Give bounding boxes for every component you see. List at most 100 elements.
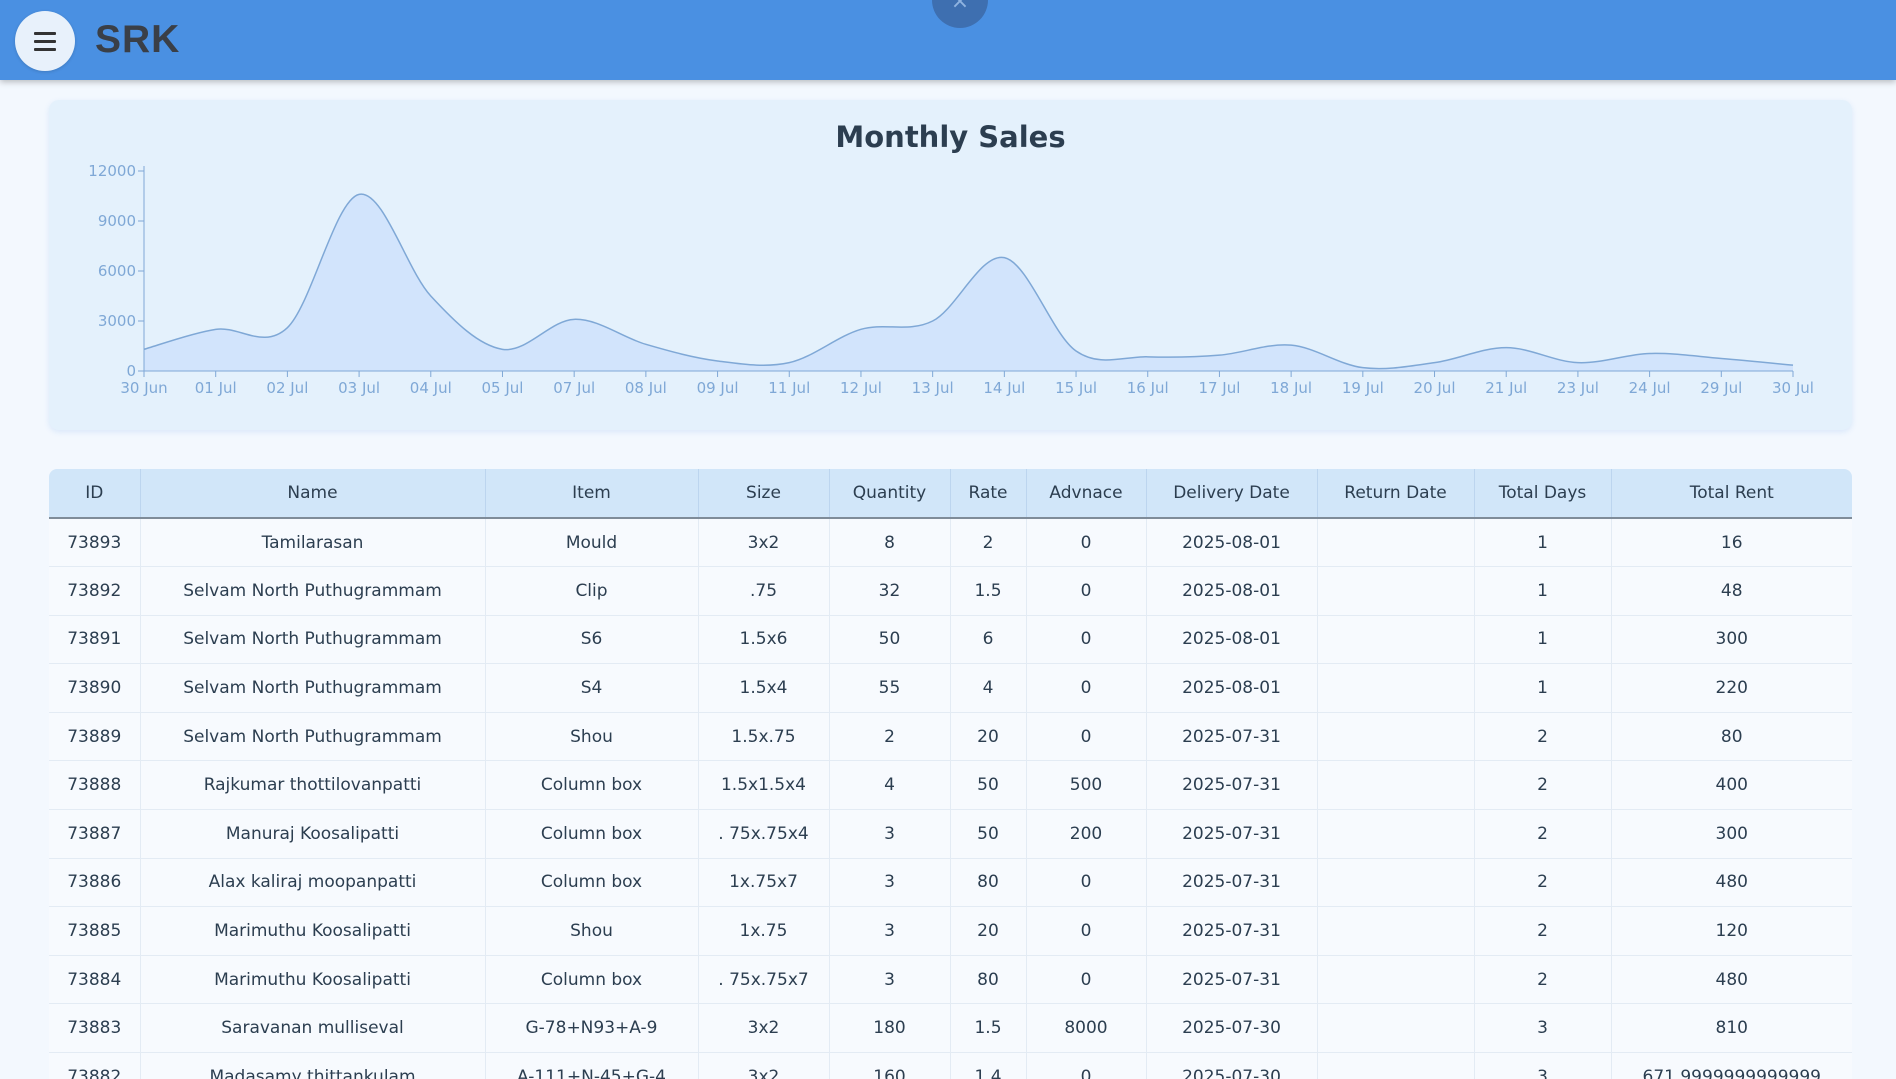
table-cell: 50 bbox=[950, 809, 1027, 859]
table-cell: Selvam North Puthugrammam bbox=[140, 615, 486, 665]
table-row[interactable]: 73892 Selvam North Puthugrammam Clip .75 32 1… bbox=[49, 566, 1852, 616]
sales-chart-card: Monthly Sales 0 3000 6000 9000 12000 30 Jun 01… bbox=[49, 100, 1852, 430]
column-header[interactable]: Total Days bbox=[1474, 469, 1612, 519]
rentals-table: ID Name Item Size Quantity Rate Advnace Deliver… bbox=[49, 469, 1852, 1079]
table-cell: 2025-08-01 bbox=[1146, 518, 1318, 568]
y-tick-label: 0 bbox=[126, 362, 136, 380]
table-cell: . 75x.75x7 bbox=[698, 955, 830, 1005]
table-row[interactable]: 73883 Saravanan mulliseval G-78+N93+A-9 3x2… bbox=[49, 1003, 1852, 1054]
x-tick-label: 05 Jul bbox=[482, 379, 524, 397]
table-cell: Mould bbox=[485, 518, 699, 568]
table-cell: 73882 bbox=[49, 1052, 141, 1079]
table-cell: 20 bbox=[950, 712, 1027, 762]
column-header[interactable]: Return Date bbox=[1317, 469, 1475, 519]
table-cell: 2025-07-31 bbox=[1146, 760, 1318, 811]
x-tick-label: 02 Jul bbox=[266, 379, 308, 397]
column-header[interactable]: Advnace bbox=[1026, 469, 1147, 519]
table-cell: 2 bbox=[1474, 760, 1612, 811]
hamburger-menu-icon bbox=[34, 29, 56, 53]
table-cell: 50 bbox=[950, 760, 1027, 811]
rentals-table-container: ID Name Item Size Quantity Rate Advnace Deliver… bbox=[49, 469, 1852, 1079]
table-cell bbox=[1317, 858, 1475, 908]
table-cell: 4 bbox=[950, 663, 1027, 713]
table-cell bbox=[1317, 760, 1475, 811]
table-cell: Selvam North Puthugrammam bbox=[140, 566, 486, 616]
table-cell: A-111+N-45+G-4 bbox=[485, 1052, 699, 1079]
column-header[interactable]: Rate bbox=[950, 469, 1027, 519]
table-cell: 480 bbox=[1611, 858, 1852, 908]
table-cell: 3 bbox=[1474, 1052, 1612, 1079]
column-header[interactable]: Name bbox=[140, 469, 486, 519]
table-row[interactable]: 73886 Alax kaliraj moopanpatti Column box 1… bbox=[49, 858, 1852, 908]
table-cell: 73884 bbox=[49, 955, 141, 1005]
column-header[interactable]: Item bbox=[485, 469, 699, 519]
table-cell: 32 bbox=[829, 566, 951, 616]
table-row[interactable]: 73890 Selvam North Puthugrammam S4 1.5x4 55 4… bbox=[49, 663, 1852, 713]
table-row[interactable]: 73891 Selvam North Puthugrammam S6 1.5x6 50 6… bbox=[49, 615, 1852, 665]
table-cell: Manuraj Koosalipatti bbox=[140, 809, 486, 859]
x-tick-label: 03 Jul bbox=[338, 379, 380, 397]
table-row[interactable]: 73888 Rajkumar thottilovanpatti Column box… bbox=[49, 760, 1852, 811]
x-tick-label: 23 Jul bbox=[1557, 379, 1599, 397]
table-cell: 73890 bbox=[49, 663, 141, 713]
table-cell: S4 bbox=[485, 663, 699, 713]
table-cell: 80 bbox=[950, 955, 1027, 1005]
table-cell: 2025-07-30 bbox=[1146, 1052, 1318, 1079]
column-header[interactable]: Total Rent bbox=[1611, 469, 1852, 519]
x-tick-label: 14 Jul bbox=[983, 379, 1025, 397]
table-cell: 300 bbox=[1611, 615, 1852, 665]
column-header[interactable]: Size bbox=[698, 469, 830, 519]
table-row[interactable]: 73893 Tamilarasan Mould 3x2 8 2 0 2025-08-01 1 16 bbox=[49, 518, 1852, 568]
table-cell: 1.5x6 bbox=[698, 615, 830, 665]
close-button[interactable]: × bbox=[932, 0, 988, 28]
x-tick-label: 18 Jul bbox=[1270, 379, 1312, 397]
table-cell: 400 bbox=[1611, 760, 1852, 811]
table-cell: 0 bbox=[1026, 566, 1147, 616]
monthly-sales-chart: 0 3000 6000 9000 12000 30 Jun 01 Jul 02 Jul 03 J… bbox=[88, 162, 1814, 397]
table-cell bbox=[1317, 712, 1475, 762]
x-tick-label: 24 Jul bbox=[1629, 379, 1671, 397]
table-cell: Column box bbox=[485, 858, 699, 908]
x-tick-label: 13 Jul bbox=[912, 379, 954, 397]
table-cell: Clip bbox=[485, 566, 699, 616]
table-cell: 3 bbox=[829, 809, 951, 859]
table-cell: Column box bbox=[485, 760, 699, 811]
table-cell: 16 bbox=[1611, 518, 1852, 568]
column-header[interactable]: Delivery Date bbox=[1146, 469, 1318, 519]
table-cell: 2 bbox=[1474, 906, 1612, 956]
table-cell: 2025-08-01 bbox=[1146, 566, 1318, 616]
table-row[interactable]: 73884 Marimuthu Koosalipatti Column box. 7… bbox=[49, 955, 1852, 1005]
table-cell: 73891 bbox=[49, 615, 141, 665]
table-row[interactable]: 73887 Manuraj Koosalipatti Column box. 75x… bbox=[49, 809, 1852, 859]
table-cell: 3x2 bbox=[698, 1003, 830, 1054]
table-cell: Alax kaliraj moopanpatti bbox=[140, 858, 486, 908]
table-cell: 80 bbox=[950, 858, 1027, 908]
table-cell: 1 bbox=[1474, 566, 1612, 616]
x-tick-label: 20 Jul bbox=[1414, 379, 1456, 397]
table-cell: 2025-07-31 bbox=[1146, 955, 1318, 1005]
table-cell: 2025-07-31 bbox=[1146, 809, 1318, 859]
table-cell: 48 bbox=[1611, 566, 1852, 616]
table-cell: 50 bbox=[829, 615, 951, 665]
table-cell: Madasamy thittankulam bbox=[140, 1052, 486, 1079]
x-tick-label: 16 Jul bbox=[1127, 379, 1169, 397]
table-cell: 180 bbox=[829, 1003, 951, 1054]
column-header[interactable]: Quantity bbox=[829, 469, 951, 519]
table-cell: . 75x.75x4 bbox=[698, 809, 830, 859]
table-cell: 1x.75x7 bbox=[698, 858, 830, 908]
table-cell: 1.4 bbox=[950, 1052, 1027, 1079]
table-cell: 3x2 bbox=[698, 518, 830, 568]
table-row[interactable]: 73885 Marimuthu Koosalipatti Shou 1x.75 3 20 0… bbox=[49, 906, 1852, 956]
menu-button[interactable] bbox=[15, 11, 75, 71]
x-tick-label: 15 Jul bbox=[1055, 379, 1097, 397]
x-tick-label: 17 Jul bbox=[1198, 379, 1240, 397]
table-cell bbox=[1317, 566, 1475, 616]
table-cell: 73889 bbox=[49, 712, 141, 762]
table-row[interactable]: 73889 Selvam North Puthugrammam Shou 1.5x.7… bbox=[49, 712, 1852, 762]
table-row[interactable]: 73882 Madasamy thittankulam A-111+N-45+G-4… bbox=[49, 1052, 1852, 1079]
x-tick-label: 21 Jul bbox=[1485, 379, 1527, 397]
column-header[interactable]: ID bbox=[49, 469, 141, 519]
table-cell: 0 bbox=[1026, 615, 1147, 665]
table-cell bbox=[1317, 663, 1475, 713]
table-cell: 671.9999999999999 bbox=[1611, 1052, 1852, 1079]
